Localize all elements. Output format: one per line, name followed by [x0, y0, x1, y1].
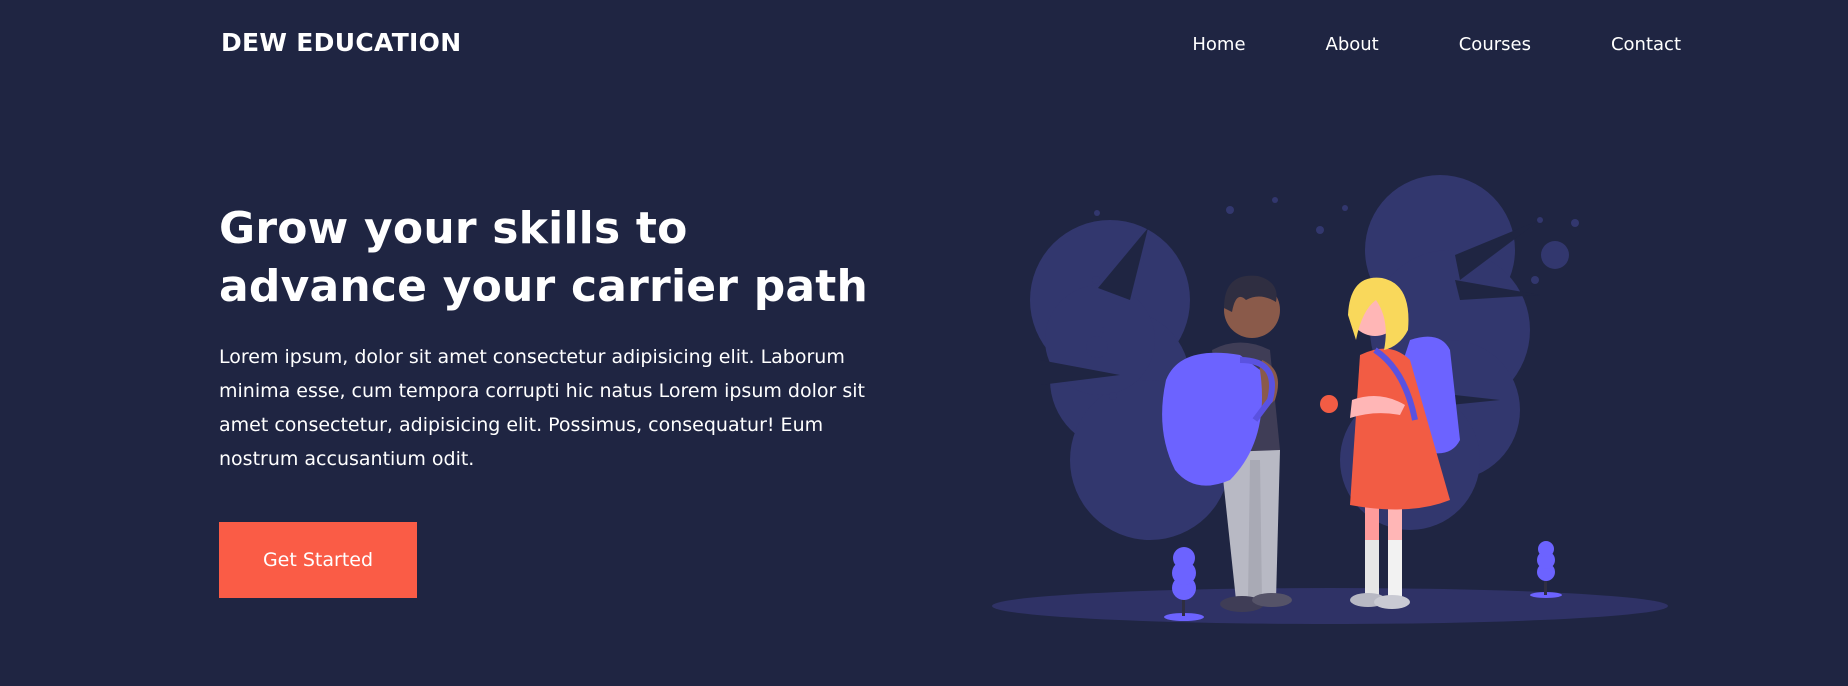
hero-title-line-1: Grow your skills to [219, 203, 688, 254]
nav-item-contact: Contact [1611, 34, 1681, 55]
hero-section: Grow your skills to advance your carrier… [219, 200, 909, 476]
plant-right [1530, 541, 1562, 598]
nav-link-contact[interactable]: Contact [1611, 34, 1681, 55]
hero-title: Grow your skills to advance your carrier… [219, 200, 909, 316]
nav-link-courses[interactable]: Courses [1459, 34, 1531, 55]
hero-description: Lorem ipsum, dolor sit amet consectetur … [219, 346, 865, 470]
get-started-button[interactable]: Get Started [219, 522, 417, 598]
nav-item-courses: Courses [1459, 34, 1531, 55]
navbar: DEW EDUCATION Home About Courses Contact [0, 0, 1848, 90]
landing-page: DEW EDUCATION Home About Courses Contact… [0, 0, 1848, 686]
brand-logo[interactable]: DEW EDUCATION [221, 28, 461, 57]
nav-link-home[interactable]: Home [1192, 34, 1245, 55]
nav-item-home: Home [1192, 34, 1245, 55]
students-with-backpacks-illustration [992, 175, 1668, 624]
nav-item-about: About [1326, 34, 1379, 55]
nav-menu: Home About Courses Contact [1192, 34, 1681, 55]
nav-link-about[interactable]: About [1326, 34, 1379, 55]
hero-title-line-2: advance your carrier path [219, 261, 869, 312]
ground-shadow [992, 588, 1668, 624]
